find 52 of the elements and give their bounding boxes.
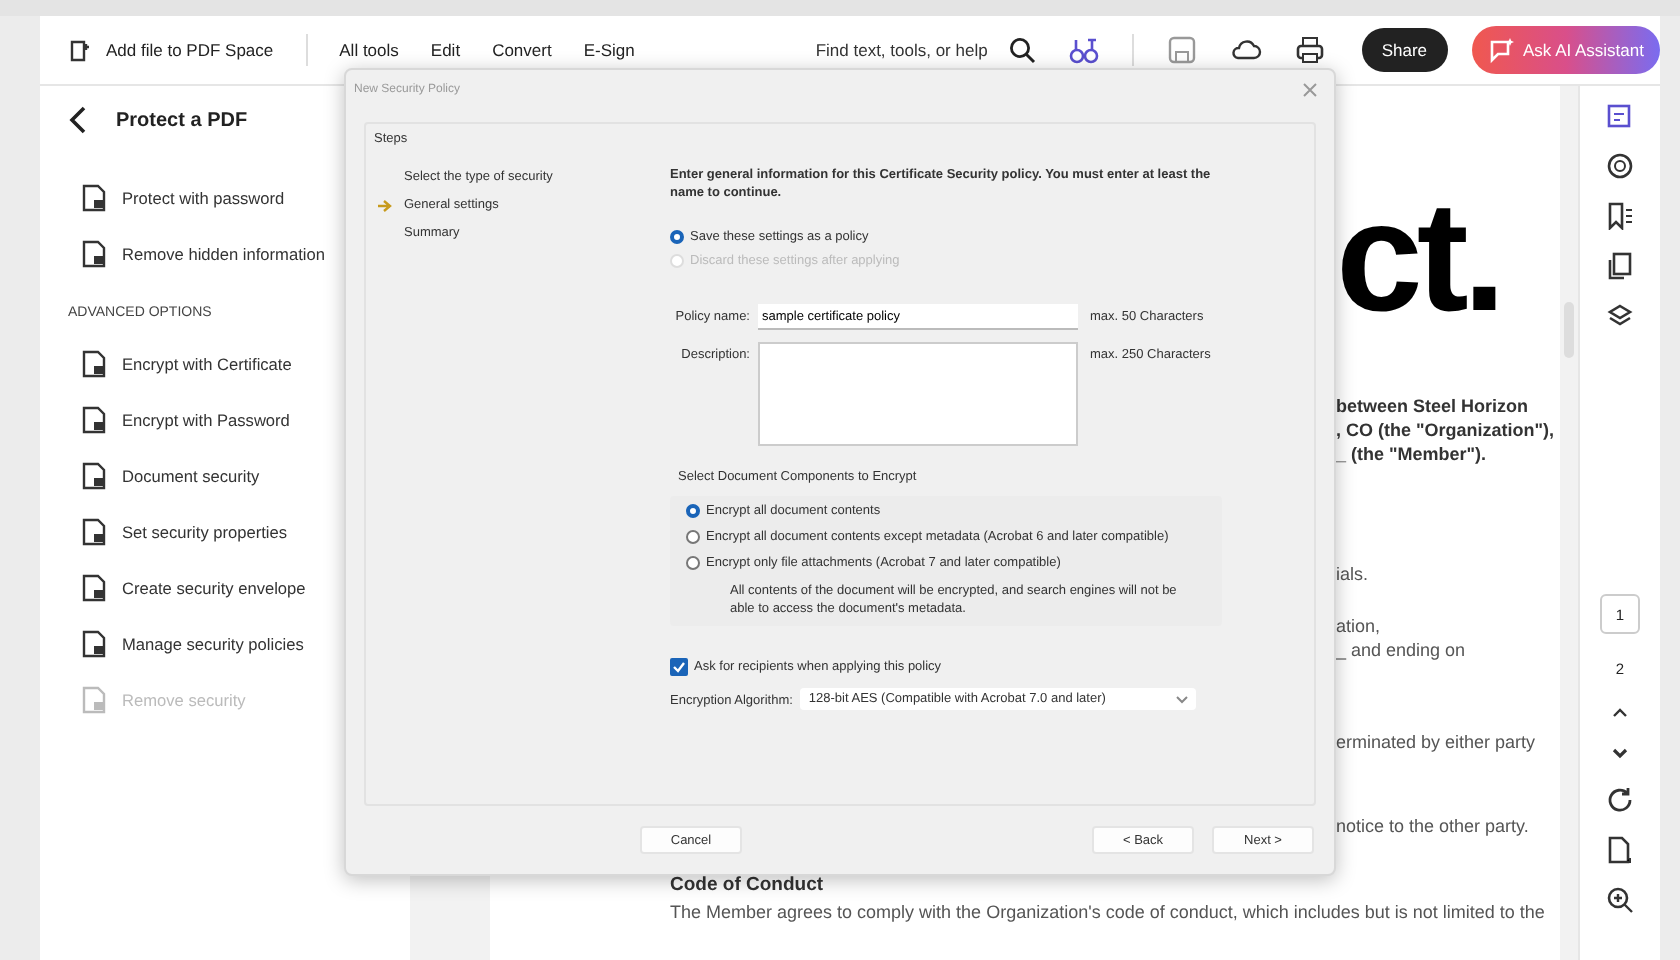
document-text: ation, <box>1336 614 1383 638</box>
document-text: notice to the other party. <box>1336 814 1531 838</box>
save-icon[interactable] <box>1165 34 1198 66</box>
comment-icon[interactable] <box>1606 102 1634 130</box>
document-text: ials. <box>1336 562 1371 586</box>
tool-item[interactable]: Remove hidden information <box>68 238 410 270</box>
menu-tab[interactable]: Edit <box>418 36 473 64</box>
search-field[interactable]: Find text, tools, or help <box>815 40 988 60</box>
document-text: _ (the "Member"). <box>1336 442 1489 466</box>
zoom-in-icon[interactable] <box>1606 886 1634 914</box>
layers-icon[interactable] <box>1606 302 1634 330</box>
tool-item[interactable]: Encrypt with Certificate <box>68 348 410 380</box>
menu-tab[interactable]: Convert <box>480 36 564 64</box>
document-text: , CO (the "Organization"), <box>1336 418 1557 442</box>
document-text: between Steel Horizon <box>1336 394 1531 418</box>
add-file-button[interactable]: Add file to PDF Space <box>56 32 286 68</box>
section-title: Code of Conduct <box>670 874 826 896</box>
chat-sparkle-icon <box>1487 36 1516 64</box>
menu-tab[interactable]: E-Sign <box>571 36 647 64</box>
search-icon[interactable] <box>1007 36 1036 64</box>
tool-item[interactable]: Encrypt with Password <box>68 404 410 436</box>
lock-document-icon <box>80 630 108 658</box>
document-text: _ and ending on <box>1336 638 1468 662</box>
tool-item[interactable]: Manage security policies <box>68 628 410 660</box>
document-heading: ct. <box>1336 178 1503 334</box>
tool-item[interactable]: Create security envelope <box>68 572 410 604</box>
checkmark-icon <box>672 660 686 674</box>
lock-document-icon <box>80 406 108 434</box>
page-fit-icon[interactable] <box>1606 836 1634 864</box>
back-icon[interactable] <box>68 106 88 134</box>
share-button[interactable]: Share <box>1361 28 1448 72</box>
caret-icon <box>1176 695 1189 703</box>
chevron-down-icon[interactable] <box>1608 744 1632 764</box>
lock-document-icon <box>80 574 108 602</box>
lock-document-icon <box>80 240 108 268</box>
lock-document-icon <box>80 686 108 714</box>
panel-title: Protect a PDF <box>116 109 248 131</box>
document-text: The Member agrees to comply with the Organization's code of conduct, which includes but is not limited to the <box>670 902 1547 922</box>
menu-tab[interactable]: All tools <box>327 36 411 64</box>
document-text: erminated by either party <box>1336 730 1538 754</box>
bookmark-icon[interactable] <box>1606 202 1634 230</box>
rotate-icon[interactable] <box>1606 786 1634 814</box>
print-icon[interactable] <box>1293 34 1326 66</box>
lock-document-icon <box>80 184 108 212</box>
lock-document-icon <box>80 462 108 490</box>
lock-document-icon <box>80 518 108 546</box>
tool-item[interactable]: Document security <box>68 460 410 492</box>
pages-icon[interactable] <box>1606 252 1634 280</box>
description-field[interactable] <box>758 342 1078 446</box>
lock-document-icon <box>80 350 108 378</box>
ai-assistant-button[interactable]: Ask AI Assistant <box>1471 26 1660 74</box>
tool-item[interactable]: Set security properties <box>68 516 410 548</box>
